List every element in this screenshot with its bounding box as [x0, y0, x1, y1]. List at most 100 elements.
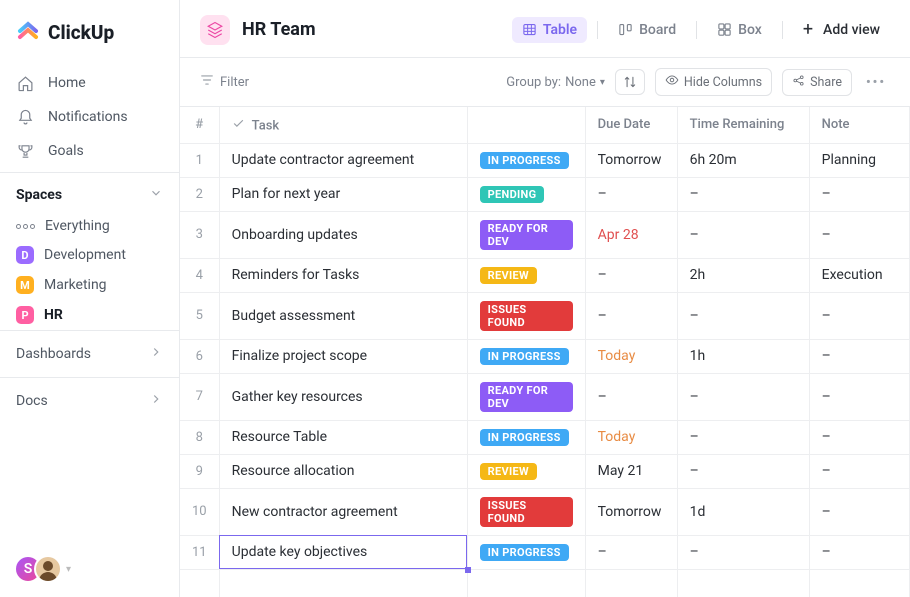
- view-tab-label: Table: [543, 22, 577, 38]
- due-date-cell[interactable]: Today: [585, 339, 677, 373]
- time-remaining-cell[interactable]: –: [677, 420, 809, 454]
- col-number[interactable]: #: [180, 107, 219, 143]
- col-due-date[interactable]: Due Date: [585, 107, 677, 143]
- space-item-marketing[interactable]: MMarketing: [0, 270, 179, 300]
- task-cell[interactable]: Finalize project scope: [219, 339, 467, 373]
- table-row[interactable]: 1Update contractor agreementIN PROGRESST…: [180, 143, 910, 177]
- share-label: Share: [810, 75, 842, 90]
- table-row[interactable]: 11Update key objectivesIN PROGRESS–––: [180, 535, 910, 569]
- space-item-development[interactable]: DDevelopment: [0, 240, 179, 270]
- table-row[interactable]: 8Resource TableIN PROGRESSToday––: [180, 420, 910, 454]
- status-cell[interactable]: REVIEW: [467, 258, 585, 292]
- time-remaining-cell[interactable]: 1d: [677, 488, 809, 535]
- table-row[interactable]: 10New contractor agreementISSUES FOUNDTo…: [180, 488, 910, 535]
- note-cell[interactable]: –: [809, 373, 909, 420]
- table-row[interactable]: 4Reminders for TasksREVIEW–2hExecution: [180, 258, 910, 292]
- status-cell[interactable]: IN PROGRESS: [467, 420, 585, 454]
- col-task[interactable]: Task: [219, 107, 467, 143]
- table-row[interactable]: 7Gather key resourcesREADY FOR DEV–––: [180, 373, 910, 420]
- more-button[interactable]: •••: [862, 75, 890, 90]
- task-cell[interactable]: New contractor agreement: [219, 488, 467, 535]
- status-cell[interactable]: ISSUES FOUND: [467, 488, 585, 535]
- task-cell[interactable]: Onboarding updates: [219, 211, 467, 258]
- sort-toggle-button[interactable]: [615, 69, 645, 95]
- note-cell[interactable]: –: [809, 420, 909, 454]
- spaces-title: Spaces: [16, 187, 62, 203]
- nav-item-notifications[interactable]: Notifications: [0, 100, 179, 134]
- note-cell[interactable]: –: [809, 535, 909, 569]
- note-cell[interactable]: –: [809, 292, 909, 339]
- note-cell[interactable]: –: [809, 211, 909, 258]
- note-cell[interactable]: Planning: [809, 143, 909, 177]
- time-remaining-cell[interactable]: –: [677, 177, 809, 211]
- note-cell[interactable]: –: [809, 454, 909, 488]
- nav-item-goals[interactable]: Goals: [0, 134, 179, 168]
- time-remaining-cell[interactable]: –: [677, 535, 809, 569]
- table-row-empty[interactable]: [180, 569, 910, 597]
- task-cell[interactable]: Reminders for Tasks: [219, 258, 467, 292]
- status-cell[interactable]: READY FOR DEV: [467, 373, 585, 420]
- due-date-cell[interactable]: –: [585, 292, 677, 339]
- box-icon: [717, 22, 732, 37]
- time-remaining-cell[interactable]: –: [677, 454, 809, 488]
- table-row[interactable]: 9Resource allocationREVIEWMay 21––: [180, 454, 910, 488]
- view-tab-box[interactable]: Box: [707, 17, 772, 43]
- status-cell[interactable]: ISSUES FOUND: [467, 292, 585, 339]
- table-row[interactable]: 2Plan for next yearPENDING–––: [180, 177, 910, 211]
- col-note[interactable]: Note: [809, 107, 909, 143]
- due-date-cell[interactable]: Today: [585, 420, 677, 454]
- col-status[interactable]: [467, 107, 585, 143]
- task-cell[interactable]: Resource Table: [219, 420, 467, 454]
- dashboards-row[interactable]: Dashboards: [0, 330, 179, 377]
- status-cell[interactable]: READY FOR DEV: [467, 211, 585, 258]
- space-item-hr[interactable]: PHR: [0, 300, 179, 330]
- nav-item-home[interactable]: Home: [0, 66, 179, 100]
- time-remaining-cell[interactable]: –: [677, 211, 809, 258]
- due-date-cell[interactable]: –: [585, 535, 677, 569]
- time-remaining-cell[interactable]: 2h: [677, 258, 809, 292]
- status-cell[interactable]: PENDING: [467, 177, 585, 211]
- share-button[interactable]: Share: [782, 69, 852, 96]
- task-cell[interactable]: Gather key resources: [219, 373, 467, 420]
- filter-button[interactable]: Filter: [200, 73, 249, 91]
- view-tab-table[interactable]: Table: [512, 17, 587, 43]
- table-row[interactable]: 3Onboarding updatesREADY FOR DEVApr 28––: [180, 211, 910, 258]
- docs-row[interactable]: Docs: [0, 377, 179, 424]
- due-date-cell[interactable]: –: [585, 177, 677, 211]
- note-cell[interactable]: Execution: [809, 258, 909, 292]
- row-number: 2: [180, 177, 219, 211]
- task-cell[interactable]: Plan for next year: [219, 177, 467, 211]
- add-view-button[interactable]: +Add view: [793, 14, 890, 45]
- status-cell[interactable]: IN PROGRESS: [467, 535, 585, 569]
- app-logo[interactable]: ClickUp: [0, 0, 179, 62]
- due-date-cell[interactable]: Tomorrow: [585, 143, 677, 177]
- view-tab-board[interactable]: Board: [608, 17, 686, 43]
- time-remaining-cell[interactable]: –: [677, 373, 809, 420]
- note-cell[interactable]: –: [809, 177, 909, 211]
- hide-columns-button[interactable]: Hide Columns: [655, 68, 772, 96]
- task-cell[interactable]: Budget assessment: [219, 292, 467, 339]
- status-cell[interactable]: IN PROGRESS: [467, 143, 585, 177]
- task-cell[interactable]: Update contractor agreement: [219, 143, 467, 177]
- col-time-remaining[interactable]: Time Remaining: [677, 107, 809, 143]
- due-date-cell[interactable]: Apr 28: [585, 211, 677, 258]
- task-cell[interactable]: Resource allocation: [219, 454, 467, 488]
- everything-item[interactable]: Everything: [0, 212, 179, 240]
- status-cell[interactable]: REVIEW: [467, 454, 585, 488]
- status-cell[interactable]: IN PROGRESS: [467, 339, 585, 373]
- note-cell[interactable]: –: [809, 488, 909, 535]
- user-switcher[interactable]: S ▾: [0, 541, 179, 597]
- time-remaining-cell[interactable]: –: [677, 292, 809, 339]
- due-date-cell[interactable]: May 21: [585, 454, 677, 488]
- note-cell[interactable]: –: [809, 339, 909, 373]
- due-date-cell[interactable]: –: [585, 258, 677, 292]
- time-remaining-cell[interactable]: 6h 20m: [677, 143, 809, 177]
- table-row[interactable]: 6Finalize project scopeIN PROGRESSToday1…: [180, 339, 910, 373]
- due-date-cell[interactable]: –: [585, 373, 677, 420]
- spaces-header[interactable]: Spaces: [0, 172, 179, 212]
- table-row[interactable]: 5Budget assessmentISSUES FOUND–––: [180, 292, 910, 339]
- due-date-cell[interactable]: Tomorrow: [585, 488, 677, 535]
- time-remaining-cell[interactable]: 1h: [677, 339, 809, 373]
- task-cell[interactable]: Update key objectives: [219, 535, 467, 569]
- groupby-selector[interactable]: Group by: None ▾: [506, 75, 605, 90]
